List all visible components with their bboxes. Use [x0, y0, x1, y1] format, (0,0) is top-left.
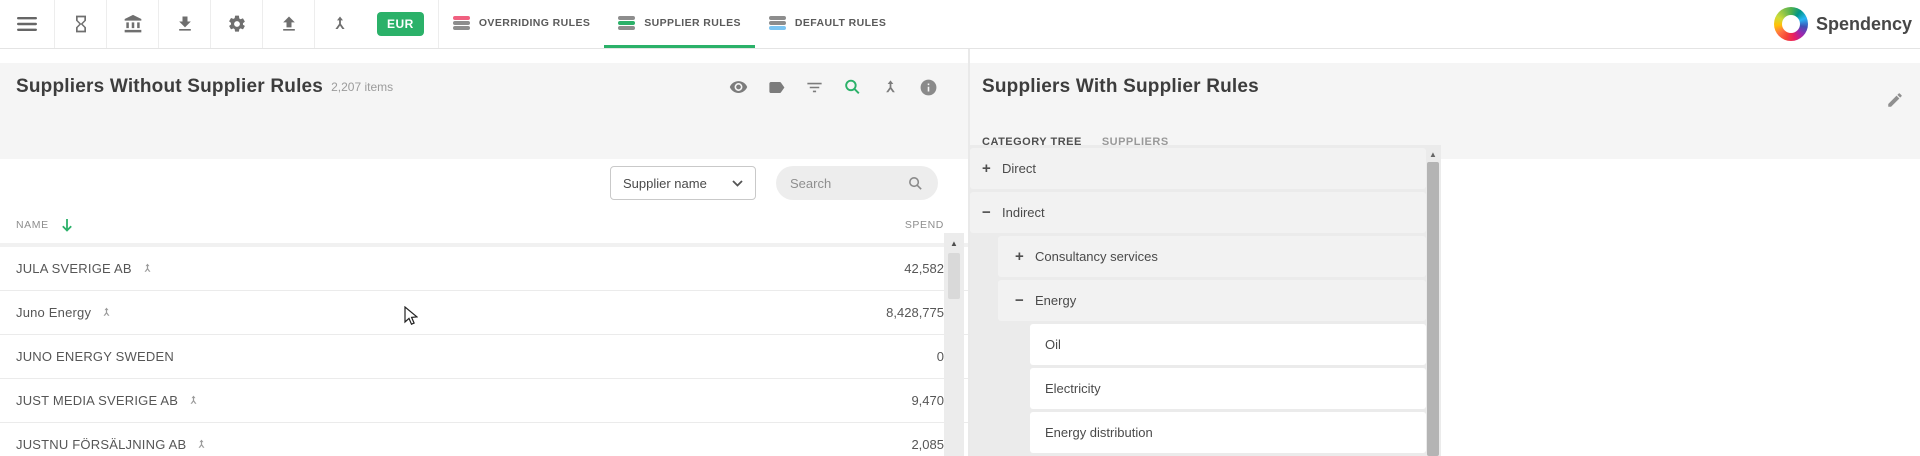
merge-suppliers-button[interactable] — [881, 78, 900, 97]
items-count: 2,207 items — [331, 80, 393, 94]
table-scrollbar[interactable]: ▲ — [944, 233, 964, 456]
download-button[interactable] — [159, 0, 211, 48]
brand-logo: Spendency — [1774, 0, 1912, 48]
table-row[interactable]: JUST MEDIA SVERIGE AB 9,470 — [0, 379, 968, 423]
category-tree: + Direct − Indirect + Consultancy servic… — [970, 145, 1441, 456]
suppliers-without-rules-panel: Suppliers Without Supplier Rules 2,207 i… — [0, 49, 970, 456]
edit-button[interactable] — [1886, 91, 1904, 114]
tree-node-oil[interactable]: Oil — [1030, 324, 1426, 365]
tab-label: OVERRIDING RULES — [479, 17, 590, 29]
table-header: NAME SPEND — [0, 207, 968, 243]
info-icon — [919, 78, 938, 97]
tree-node-electricity[interactable]: Electricity — [1030, 368, 1426, 409]
right-panel-title: Suppliers With Supplier Rules — [982, 76, 1259, 98]
expand-icon[interactable]: + — [1015, 248, 1035, 265]
filter-button[interactable] — [805, 78, 824, 97]
merge-icon[interactable] — [187, 394, 200, 407]
merge-button[interactable] — [315, 0, 365, 48]
hamburger-icon — [17, 16, 37, 32]
settings-button[interactable] — [211, 0, 263, 48]
merge-icon[interactable] — [100, 306, 113, 319]
suppliers-with-rules-panel: Suppliers With Supplier Rules CATEGORY T… — [970, 49, 1920, 456]
tree-node-energy[interactable]: − Energy — [998, 280, 1426, 321]
chevron-down-icon — [732, 180, 743, 187]
table-row[interactable]: Juno Energy 8,428,775 — [0, 291, 968, 335]
default-rules-icon — [769, 16, 786, 30]
top-toolbar: EUR OVERRIDING RULES SUPPLIER RULES DEFA… — [0, 0, 1920, 49]
selector-value: Supplier name — [623, 176, 707, 191]
download-icon — [175, 14, 195, 34]
sort-descending-icon[interactable] — [61, 218, 73, 232]
merge-icon[interactable] — [141, 262, 154, 275]
merge-icon — [881, 78, 900, 97]
info-button[interactable] — [919, 78, 938, 97]
search-icon — [843, 77, 862, 97]
table-row[interactable]: JULA SVERIGE AB 42,582 — [0, 247, 968, 291]
supplier-search-box — [776, 166, 938, 200]
tree-node-indirect[interactable]: − Indirect — [970, 192, 1426, 233]
tree-node-energy-distribution[interactable]: Energy distribution — [1030, 412, 1426, 453]
tree-node-consultancy-services[interactable]: + Consultancy services — [998, 236, 1426, 277]
gear-icon — [227, 14, 247, 34]
history-button[interactable] — [55, 0, 107, 48]
scroll-up-arrow-icon[interactable]: ▲ — [944, 233, 964, 251]
spendency-ring-icon — [1774, 7, 1808, 41]
tab-overriding-rules[interactable]: OVERRIDING RULES — [439, 0, 604, 48]
tree-node-direct[interactable]: + Direct — [970, 148, 1426, 189]
tab-label: SUPPLIER RULES — [644, 17, 741, 29]
scrollbar-thumb[interactable] — [1427, 162, 1439, 456]
supplier-rules-icon — [618, 16, 635, 30]
search-field-selector[interactable]: Supplier name — [610, 166, 756, 200]
tag-icon — [767, 78, 786, 97]
tab-label: DEFAULT RULES — [795, 17, 886, 29]
magnifier-icon[interactable] — [907, 175, 924, 192]
merge-icon — [330, 14, 350, 34]
search-input[interactable] — [790, 176, 907, 191]
hourglass-icon — [71, 14, 91, 34]
search-toggle-button[interactable] — [843, 78, 862, 97]
supplier-table: JULA SVERIGE AB 42,582 Juno Energy 8,428… — [0, 247, 968, 456]
tree-scrollbar[interactable]: ▲ — [1427, 148, 1439, 456]
table-filter-row: Supplier name — [0, 159, 968, 207]
left-panel-title: Suppliers Without Supplier Rules — [16, 76, 323, 98]
currency-badge[interactable]: EUR — [377, 12, 424, 36]
table-row[interactable]: JUSTNU FÖRSÄLJNING AB 2,085 — [0, 423, 968, 456]
visibility-button[interactable] — [729, 78, 748, 97]
column-header-name[interactable]: NAME — [16, 219, 49, 231]
tag-button[interactable] — [767, 78, 786, 97]
tab-default-rules[interactable]: DEFAULT RULES — [755, 0, 900, 48]
scrollbar-thumb[interactable] — [948, 253, 960, 299]
upload-icon — [279, 14, 299, 34]
upload-button[interactable] — [263, 0, 315, 48]
table-row[interactable]: JUNO ENERGY SWEDEN 0 — [0, 335, 968, 379]
organization-button[interactable] — [107, 0, 159, 48]
hamburger-menu-button[interactable] — [0, 0, 55, 48]
collapse-icon[interactable]: − — [1015, 292, 1035, 309]
expand-icon[interactable]: + — [982, 160, 1002, 177]
tab-supplier-rules[interactable]: SUPPLIER RULES — [604, 0, 755, 48]
eye-icon — [729, 77, 748, 97]
collapse-icon[interactable]: − — [982, 204, 1002, 221]
brand-name: Spendency — [1816, 14, 1912, 35]
pencil-icon — [1886, 91, 1904, 109]
filter-icon — [805, 78, 824, 97]
left-panel-header: Suppliers Without Supplier Rules 2,207 i… — [0, 63, 968, 159]
merge-icon[interactable] — [195, 438, 208, 451]
bank-icon — [123, 14, 143, 34]
scroll-up-arrow-icon[interactable]: ▲ — [1427, 148, 1439, 161]
column-header-spend[interactable]: SPEND — [905, 219, 944, 231]
overriding-rules-icon — [453, 16, 470, 30]
